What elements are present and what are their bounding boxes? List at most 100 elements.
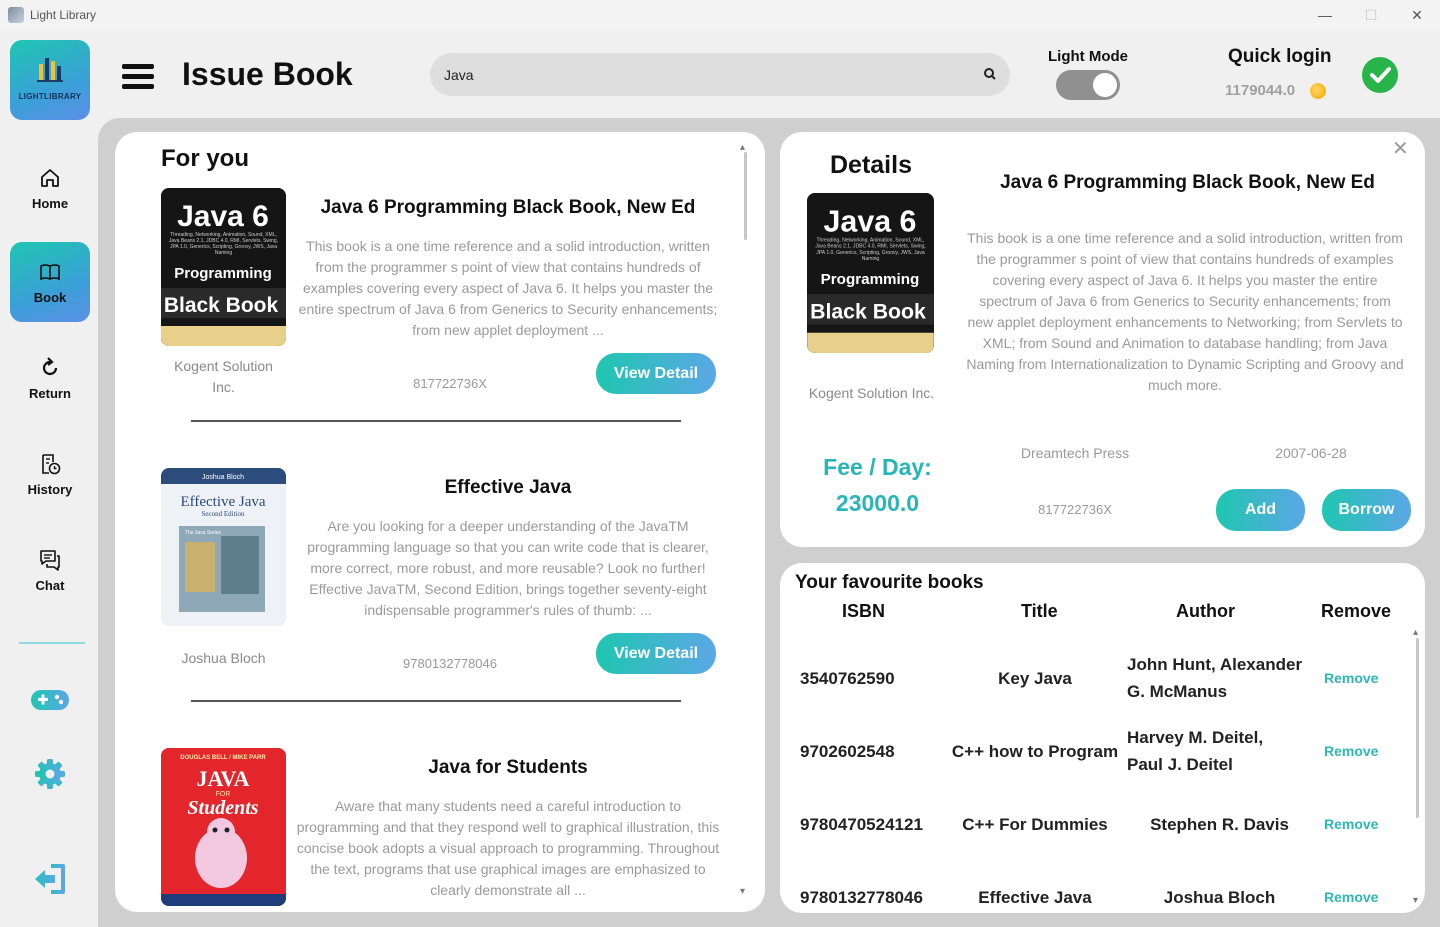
remove-link[interactable]: Remove: [1324, 743, 1378, 759]
sidebar-item-label: History: [27, 481, 73, 497]
cover-effective-java-image: Joshua Bloch Effective Java Second Editi…: [161, 468, 286, 626]
book-cover: DOUGLAS BELL / MIKE PARR JAVA FOR Studen…: [161, 748, 286, 906]
logout-button[interactable]: [30, 859, 70, 899]
svg-text:Programming: Programming: [821, 271, 920, 288]
favourites-heading: Your favourite books: [795, 572, 984, 593]
book-author: Kogent Solution Inc.: [174, 358, 273, 395]
column-header-isbn: ISBN: [842, 601, 886, 621]
book-description: Are you looking for a deeper understandi…: [307, 518, 709, 618]
app-logo[interactable]: LIGHTLIBRARY: [10, 40, 90, 120]
chat-icon: [40, 549, 60, 571]
svg-text:Joshua Bloch: Joshua Bloch: [202, 474, 244, 481]
fav-isbn: 3540762590: [800, 669, 895, 688]
favourites-scrollbar[interactable]: [1416, 638, 1419, 818]
fav-author: Joshua Bloch: [1163, 888, 1276, 907]
settings-button[interactable]: [30, 754, 70, 794]
sidebar-item-book[interactable]: Book: [10, 242, 90, 322]
sidebar: LIGHTLIBRARY Home Book Return History Ch…: [0, 30, 100, 927]
sidebar-item-label: Book: [33, 289, 67, 305]
minimize-button[interactable]: —: [1314, 5, 1336, 25]
fav-title: C++ For Dummies: [962, 815, 1108, 834]
svg-text:Java 6: Java 6: [824, 205, 917, 238]
remove-link[interactable]: Remove: [1324, 816, 1378, 832]
book-isbn: 9780132778046: [403, 656, 497, 671]
details-description: This book is a one time reference and a …: [966, 230, 1404, 393]
svg-text:Students: Students: [187, 797, 258, 819]
cover-java6-image: Java 6 Threading, Networking, Animation,…: [161, 188, 286, 346]
search-input[interactable]: [444, 53, 964, 96]
svg-text:The Java Series: The Java Series: [185, 530, 222, 536]
svg-text:Black Book: Black Book: [164, 294, 279, 317]
svg-text:Programming: Programming: [174, 265, 272, 282]
book-author: Joshua Bloch: [181, 650, 266, 666]
book-card: Joshua Bloch Effective Java Second Editi…: [115, 412, 765, 702]
sidebar-item-chat[interactable]: Chat: [10, 530, 90, 610]
library-books-icon: [37, 58, 63, 82]
check-icon: [1370, 67, 1391, 83]
fee-label: Fee / Day:: [823, 454, 932, 480]
fav-author: Harvey M. Deitel, Paul J. Deitel: [1127, 728, 1264, 774]
fav-author: Stephen R. Davis: [1150, 815, 1289, 834]
svg-text:JAVA: JAVA: [197, 766, 250, 791]
maximize-button[interactable]: ☐: [1360, 5, 1382, 25]
cover-java-for-students-image: DOUGLAS BELL / MIKE PARR JAVA FOR Studen…: [161, 748, 286, 906]
remove-link[interactable]: Remove: [1324, 670, 1378, 686]
view-detail-button[interactable]: View Detail: [596, 353, 716, 394]
quick-login-check-button[interactable]: [1362, 57, 1398, 93]
gamepad-icon: [31, 690, 69, 710]
details-publisher: Dreamtech Press: [1020, 445, 1130, 461]
book-title: Java 6 Programming Black Book, New Ed: [320, 197, 696, 218]
home-icon: [41, 168, 59, 187]
fav-title: Effective Java: [978, 888, 1092, 907]
book-title: Java for Students: [428, 757, 588, 778]
fav-author: John Hunt, Alexander G. McManus: [1127, 655, 1303, 701]
book-isbn: 817722736X: [413, 376, 487, 391]
svg-text:Effective Java: Effective Java: [180, 494, 265, 510]
app-icon: [8, 7, 24, 23]
svg-text:Java 6: Java 6: [177, 200, 269, 233]
close-details-button[interactable]: ✕: [1392, 136, 1409, 161]
light-mode-label: Light Mode: [1048, 48, 1128, 65]
details-author: Kogent Solution Inc.: [808, 385, 935, 401]
sidebar-item-label: Home: [31, 195, 69, 211]
book-description: Aware that many students need a careful …: [296, 798, 720, 898]
book-description: This book is a one time reference and a …: [298, 238, 718, 338]
title-bar: Light Library — ☐ ✕: [0, 0, 1440, 30]
details-date: 2007-06-28: [1275, 445, 1347, 461]
sidebar-item-return[interactable]: Return: [10, 338, 90, 418]
book-cover: Java 6 Threading, Networking, Animation,…: [161, 188, 286, 346]
details-heading: Details: [830, 151, 912, 179]
details-isbn: 817722736X: [1038, 502, 1112, 517]
sidebar-item-home[interactable]: Home: [10, 148, 90, 228]
settings-gear-icon: [35, 759, 65, 789]
svg-text:DOUGLAS BELL / MIKE PARR: DOUGLAS BELL / MIKE PARR: [180, 755, 266, 761]
search-bar[interactable]: [430, 53, 1010, 96]
favourite-books-panel: Your favourite books ISBN Title Author R…: [780, 563, 1425, 913]
remove-link[interactable]: Remove: [1324, 889, 1378, 905]
cover-java6-image: Java 6 Threading, Networking, Animation,…: [807, 193, 934, 353]
details-book-cover: Java 6 Threading, Networking, Animation,…: [807, 193, 934, 353]
search-icon[interactable]: [982, 66, 998, 82]
sidebar-item-history[interactable]: History: [10, 434, 90, 514]
sidebar-item-label: Chat: [35, 577, 65, 593]
svg-text:Black Book: Black Book: [810, 300, 926, 324]
game-button[interactable]: [30, 680, 70, 720]
logout-icon: [35, 864, 65, 894]
fav-title: Key Java: [998, 669, 1072, 688]
coin-icon: [1310, 83, 1326, 99]
scroll-down-arrow[interactable]: ▾: [1413, 895, 1418, 906]
fee-value: 23000.0: [835, 490, 920, 516]
for-you-panel: For you ▴ ▾ Java 6 Threading, Networking…: [115, 132, 765, 912]
menu-hamburger-button[interactable]: [122, 64, 154, 90]
view-detail-button[interactable]: View Detail: [596, 633, 716, 674]
book-cover: Joshua Bloch Effective Java Second Editi…: [161, 468, 286, 626]
scroll-up-arrow[interactable]: ▴: [1413, 627, 1418, 638]
close-window-button[interactable]: ✕: [1406, 5, 1428, 25]
borrow-button[interactable]: Borrow: [1322, 489, 1411, 531]
light-mode-toggle[interactable]: [1056, 70, 1120, 100]
logo-text: LIGHTLIBRARY: [18, 92, 82, 101]
add-button[interactable]: Add: [1216, 489, 1305, 531]
page-title: Issue Book: [182, 56, 353, 92]
details-panel: Details ✕ Java 6 Threading, Networking, …: [780, 132, 1425, 547]
column-header-title: Title: [1021, 601, 1058, 621]
